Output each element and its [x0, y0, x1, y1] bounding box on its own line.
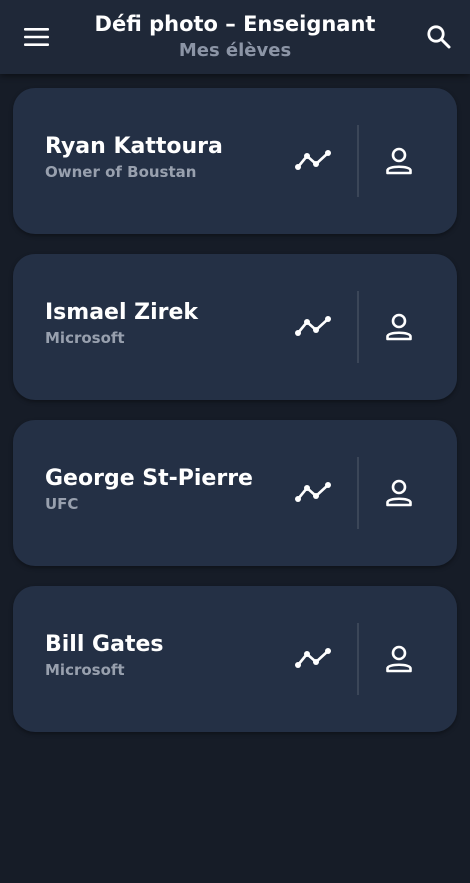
student-company: UFC — [45, 495, 79, 513]
student-info: Ryan Kattoura Owner of Boustan — [45, 132, 223, 182]
view-profile-button[interactable] — [378, 306, 420, 348]
view-progress-button[interactable] — [292, 472, 336, 512]
student-info: George St-Pierre UFC — [45, 464, 253, 514]
view-profile-button[interactable] — [378, 472, 420, 514]
title-block: Défi photo – Enseignant Mes élèves — [60, 10, 410, 64]
person-icon — [386, 313, 412, 341]
student-card[interactable]: Ismael Zirek Microsoft — [13, 254, 457, 400]
trending-chart-icon — [295, 150, 331, 170]
view-progress-button[interactable] — [292, 306, 336, 346]
student-name: Ryan Kattoura — [45, 134, 223, 159]
student-info: Ismael Zirek Microsoft — [45, 298, 198, 348]
person-icon — [386, 645, 412, 673]
view-profile-button[interactable] — [378, 638, 420, 680]
student-card[interactable]: George St-Pierre UFC — [13, 420, 457, 566]
card-divider — [357, 125, 359, 197]
person-icon — [386, 147, 412, 175]
student-name: Ismael Zirek — [45, 300, 199, 325]
student-name: George St-Pierre — [45, 466, 253, 491]
student-company: Microsoft — [45, 661, 125, 679]
view-profile-button[interactable] — [378, 140, 420, 182]
trending-chart-icon — [295, 482, 331, 502]
trending-chart-icon — [295, 648, 331, 668]
student-list: Ryan Kattoura Owner of Boustan Ismael Zi… — [13, 88, 457, 752]
person-icon — [386, 479, 412, 507]
student-company: Microsoft — [45, 329, 125, 347]
student-card[interactable]: Ryan Kattoura Owner of Boustan — [13, 88, 457, 234]
menu-button[interactable] — [20, 22, 54, 52]
view-progress-button[interactable] — [292, 638, 336, 678]
search-icon — [427, 25, 451, 49]
app-bar: Défi photo – Enseignant Mes élèves — [0, 0, 470, 74]
page-subtitle: Mes élèves — [178, 40, 292, 61]
view-progress-button[interactable] — [292, 140, 336, 180]
card-divider — [357, 457, 359, 529]
menu-icon — [24, 28, 49, 46]
page-title: Défi photo – Enseignant — [94, 12, 376, 36]
student-company: Owner of Boustan — [45, 163, 197, 181]
student-card[interactable]: Bill Gates Microsoft — [13, 586, 457, 732]
search-button[interactable] — [422, 20, 456, 54]
trending-chart-icon — [295, 316, 331, 336]
student-name: Bill Gates — [45, 632, 164, 657]
student-info: Bill Gates Microsoft — [45, 630, 164, 680]
card-divider — [357, 623, 359, 695]
card-divider — [357, 291, 359, 363]
